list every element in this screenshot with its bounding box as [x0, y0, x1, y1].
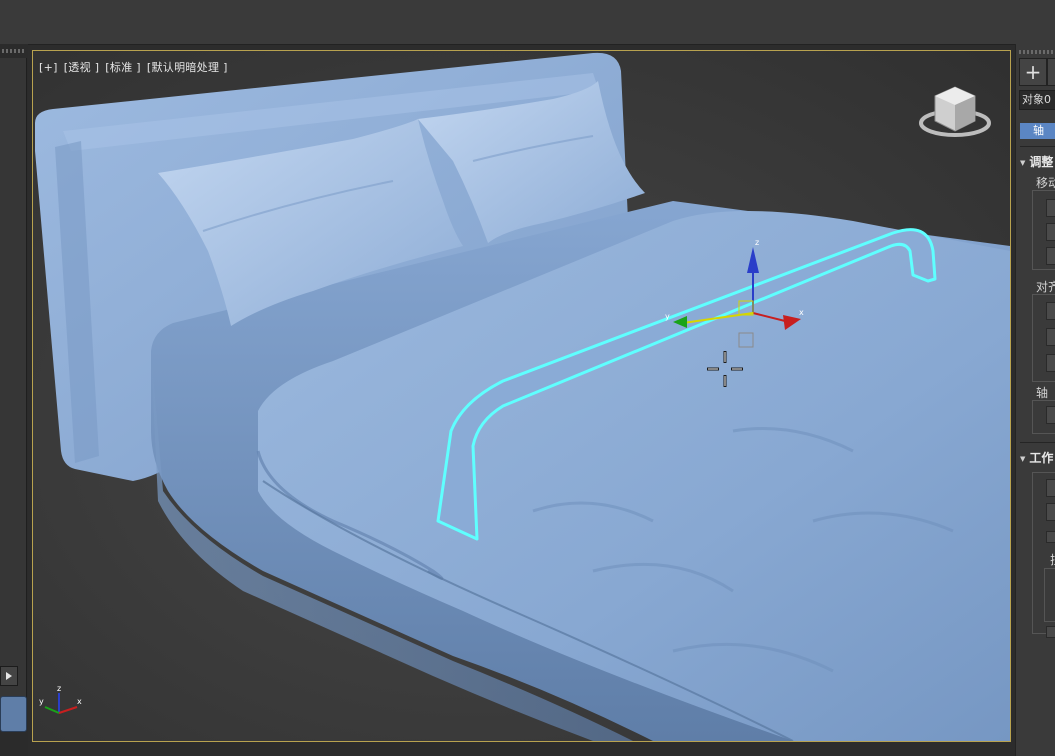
sub-label: 拉	[1050, 551, 1055, 568]
move-button-1[interactable]	[1046, 199, 1055, 217]
modify-tab[interactable]	[1047, 58, 1055, 86]
object-name-field[interactable]: 对象0	[1019, 90, 1055, 110]
tripod-z-label: z	[57, 684, 61, 693]
tripod-y-label: y	[39, 697, 44, 706]
work-checkbox[interactable]	[1046, 531, 1055, 543]
gizmo-y-label: y	[665, 312, 670, 321]
panel-grip[interactable]	[1019, 50, 1055, 54]
align-label: 对齐	[1036, 280, 1055, 294]
gizmo-z-label: z	[755, 238, 759, 247]
move-button-3[interactable]	[1046, 247, 1055, 265]
left-panel-body	[0, 58, 27, 706]
perspective-viewport[interactable]: z x y z x y [+] [透视] [标准] [默认明暗处理]	[32, 50, 1011, 742]
rollout-triangle-icon: ▼	[1020, 158, 1026, 167]
viewport-lighting[interactable]: [默认明暗处理 ]	[147, 61, 228, 74]
scene-canvas: z x y z x y	[33, 51, 1010, 741]
panel-grip[interactable]	[2, 49, 24, 53]
adjust-rollout[interactable]: ▼ 调整	[1020, 153, 1053, 170]
create-tab-icon[interactable]: +	[1019, 58, 1047, 86]
gizmo-x-label: x	[799, 308, 804, 317]
align-button-3[interactable]	[1046, 354, 1055, 372]
move-button-2[interactable]	[1046, 223, 1055, 241]
rollout-triangle-icon: ▼	[1020, 454, 1026, 463]
viewport-label: [+] [透视 ] [标准 ] [默认明暗处理 ]	[39, 59, 234, 75]
affect-pivot-button[interactable]: 轴	[1020, 123, 1055, 139]
work-rollout[interactable]: ▼ 工作	[1020, 449, 1053, 466]
main-toolbar	[0, 0, 1055, 45]
command-panel: + 对象0 轴 ▼调整 移动 对齐 轴 ▼工作 拉	[1015, 44, 1055, 756]
work-button-1[interactable]	[1046, 479, 1055, 497]
left-panel	[0, 44, 28, 756]
align-button-2[interactable]	[1046, 328, 1055, 346]
divider	[1020, 442, 1055, 443]
viewport-view-mode[interactable]: [透视 ]	[64, 61, 100, 74]
layer-thumbnail-button[interactable]	[0, 696, 27, 732]
viewport-menu-plus[interactable]: [+]	[39, 61, 58, 74]
viewport-shading[interactable]: [标准 ]	[105, 61, 141, 74]
work-checkbox-2[interactable]	[1046, 626, 1055, 638]
move-label: 移动	[1036, 176, 1055, 190]
sub-group	[1044, 568, 1055, 622]
reset-axis-button[interactable]	[1046, 406, 1055, 424]
play-icon[interactable]	[0, 666, 18, 686]
tripod-x-label: x	[77, 697, 82, 706]
work-button-2[interactable]	[1046, 503, 1055, 521]
divider	[1020, 146, 1055, 147]
axis-label: 轴	[1036, 386, 1049, 400]
align-button-1[interactable]	[1046, 302, 1055, 320]
